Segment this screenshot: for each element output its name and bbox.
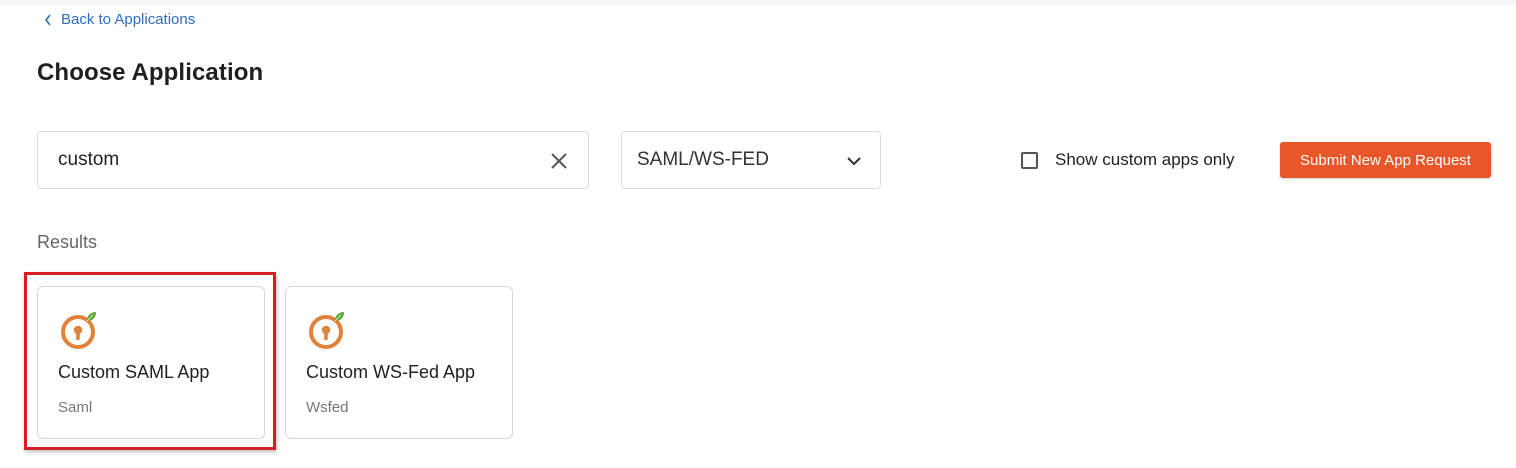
search-input[interactable]	[58, 132, 538, 188]
protocol-select[interactable]: SAML/WS-FED	[621, 131, 881, 189]
close-icon[interactable]	[548, 150, 570, 172]
back-link-label: Back to Applications	[61, 11, 196, 28]
search-field[interactable]	[37, 131, 589, 189]
results-heading: Results	[37, 232, 98, 252]
page-title: Choose Application	[37, 59, 264, 86]
chevron-left-icon	[42, 14, 54, 26]
app-logo-icon	[58, 309, 102, 351]
app-card-custom-wsfed[interactable]: Custom WS-Fed App Wsfed	[285, 286, 513, 439]
submit-new-app-request-button[interactable]: Submit New App Request	[1280, 142, 1491, 178]
top-strip	[0, 0, 1516, 6]
app-card-protocol: Saml	[58, 399, 93, 416]
chevron-down-icon	[846, 153, 862, 169]
protocol-select-value: SAML/WS-FED	[637, 149, 769, 170]
back-to-applications-link[interactable]: Back to Applications	[42, 11, 195, 28]
custom-apps-only-label: Show custom apps only	[1055, 150, 1235, 169]
app-card-name: Custom SAML App	[58, 362, 210, 382]
app-logo-icon	[306, 309, 350, 351]
app-card-name: Custom WS-Fed App	[306, 362, 476, 382]
app-card-protocol: Wsfed	[306, 399, 349, 416]
app-card-custom-saml[interactable]: Custom SAML App Saml	[37, 286, 265, 439]
custom-apps-only-checkbox[interactable]	[1021, 151, 1038, 169]
custom-apps-only-toggle[interactable]: Show custom apps only	[1021, 150, 1235, 170]
